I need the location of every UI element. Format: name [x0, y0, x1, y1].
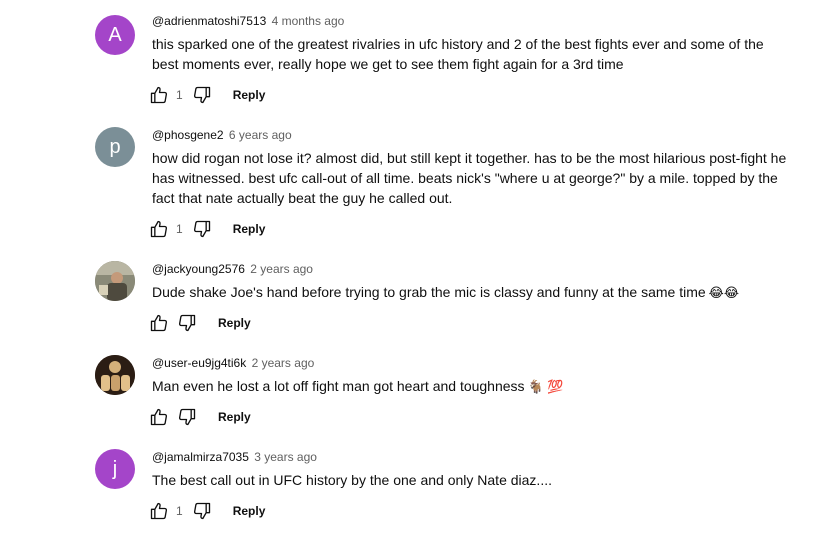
comment-text-body: Dude shake Joe's hand before trying to g… [152, 284, 706, 300]
comment-author[interactable]: @phosgene2 [152, 128, 224, 142]
comment-author[interactable]: @jamalmirza7035 [152, 450, 249, 464]
comment-header: @jackyoung2576 2 years ago [152, 262, 313, 276]
comment-time[interactable]: 2 years ago [252, 356, 315, 370]
reply-button[interactable]: Reply [218, 410, 251, 424]
thumbs-down-icon[interactable] [191, 84, 213, 106]
comment-actions: 1 Reply [148, 83, 265, 107]
comment-actions: Reply [148, 311, 251, 335]
comment-text: this sparked one of the greatest rivalri… [152, 36, 764, 72]
comment-actions: 1 Reply [148, 217, 265, 241]
reply-button[interactable]: Reply [233, 504, 266, 518]
comment-emoji: 🐐 💯 [527, 379, 564, 394]
avatar[interactable]: A [95, 15, 135, 55]
comment-time[interactable]: 2 years ago [250, 262, 313, 276]
like-count: 1 [176, 504, 183, 518]
comment-text: Man even he lost a lot off fight man got… [152, 376, 792, 397]
avatar-photo-icon [95, 355, 135, 395]
thumbs-down-icon[interactable] [191, 500, 213, 522]
thumbs-up-icon[interactable] [148, 500, 170, 522]
avatar[interactable] [95, 261, 135, 301]
comment-header: @user-eu9jg4ti6k 2 years ago [152, 356, 314, 370]
comment-actions: Reply [148, 405, 251, 429]
thumbs-up-icon[interactable] [148, 84, 170, 106]
comment-thread: A @adrienmatoshi7513 4 months ago this s… [0, 0, 820, 120]
comment-actions: 1 Reply [148, 499, 265, 523]
comment-header: @jamalmirza7035 3 years ago [152, 450, 317, 464]
reply-button[interactable]: Reply [233, 222, 266, 236]
comment-text: how did rogan not lose it? almost did, b… [152, 150, 787, 206]
avatar[interactable]: j [95, 449, 135, 489]
comment-text-body: Man even he lost a lot off fight man got… [152, 378, 525, 394]
comment-author[interactable]: @jackyoung2576 [152, 262, 245, 276]
thumbs-down-icon[interactable] [191, 218, 213, 240]
thumbs-up-icon[interactable] [148, 406, 170, 428]
comment-header: @phosgene2 6 years ago [152, 128, 292, 142]
reply-button[interactable]: Reply [218, 316, 251, 330]
thumbs-down-icon[interactable] [176, 312, 198, 334]
comment-header: @adrienmatoshi7513 4 months ago [152, 14, 344, 28]
reply-button[interactable]: Reply [233, 88, 266, 102]
comment-time[interactable]: 4 months ago [272, 14, 345, 28]
avatar[interactable] [95, 355, 135, 395]
comment-text: Dude shake Joe's hand before trying to g… [152, 282, 792, 303]
comment-text: The best call out in UFC history by the … [152, 472, 552, 488]
comment-time[interactable]: 3 years ago [254, 450, 317, 464]
thumbs-up-icon[interactable] [148, 312, 170, 334]
avatar[interactable]: p [95, 127, 135, 167]
comment-author[interactable]: @adrienmatoshi7513 [152, 14, 266, 28]
comment-emoji: 😂😂 [708, 285, 740, 300]
thumbs-up-icon[interactable] [148, 218, 170, 240]
avatar-photo-icon [95, 261, 135, 301]
comment-time[interactable]: 6 years ago [229, 128, 292, 142]
like-count: 1 [176, 88, 183, 102]
thumbs-down-icon[interactable] [176, 406, 198, 428]
like-count: 1 [176, 222, 183, 236]
comment-author[interactable]: @user-eu9jg4ti6k [152, 356, 246, 370]
